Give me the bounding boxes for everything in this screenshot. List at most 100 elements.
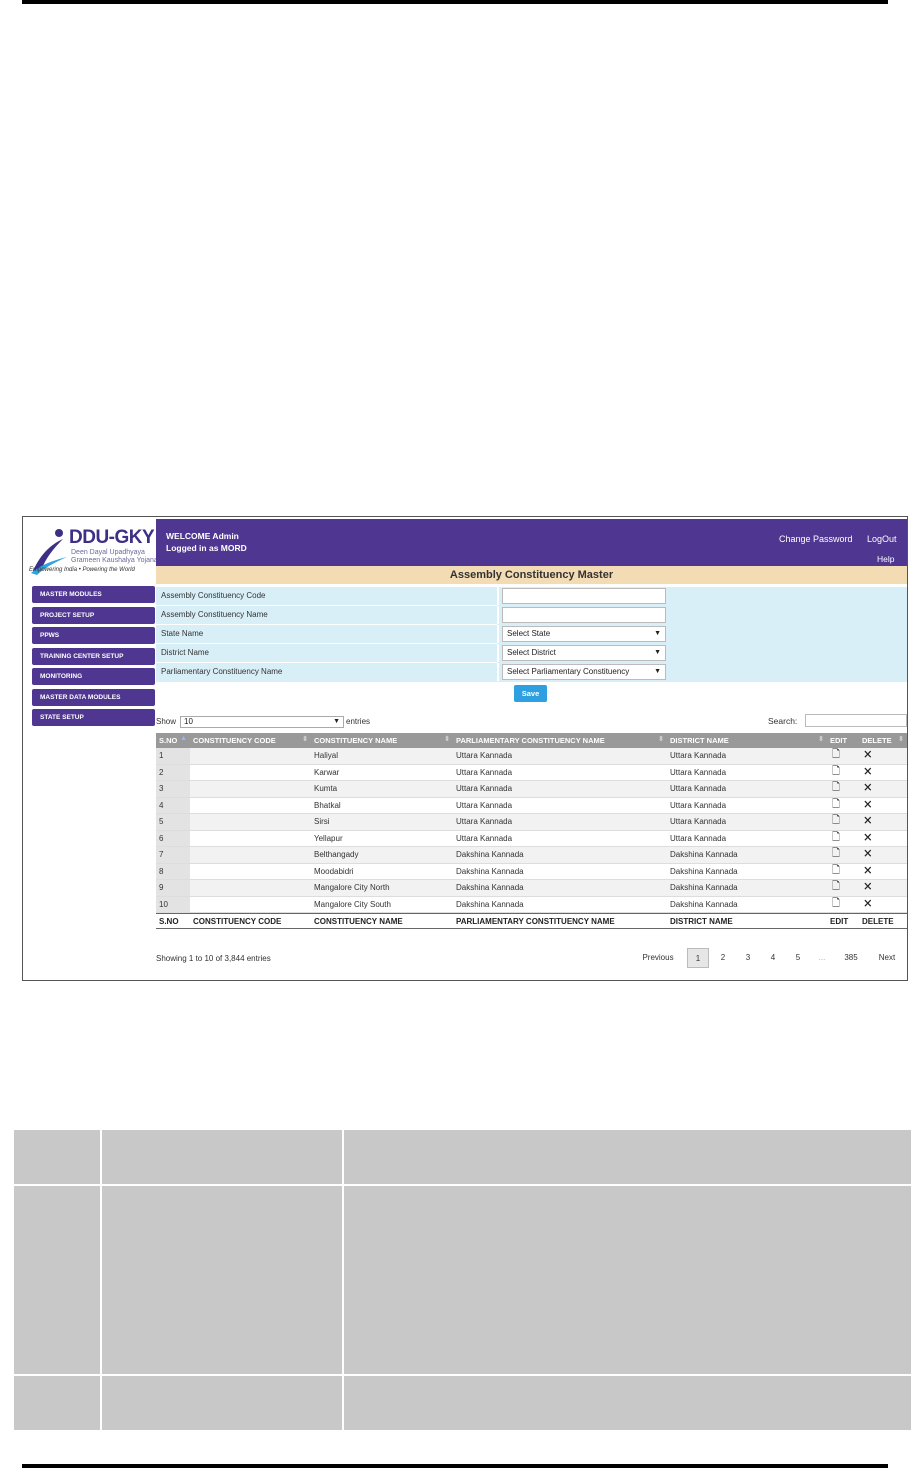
sort-icon: ⬍ xyxy=(302,736,308,743)
district-select[interactable]: Select District ▼ xyxy=(502,645,666,661)
logged-in-text: Logged in as MORD xyxy=(166,543,247,553)
delete-icon[interactable]: 🗙 xyxy=(862,847,872,863)
cell-name: Mangalore City South xyxy=(314,899,391,909)
change-password-link[interactable]: Change Password xyxy=(779,534,853,544)
edit-icon[interactable]: 🗋 xyxy=(830,847,840,863)
cell-code xyxy=(190,748,311,764)
save-button[interactable]: Save xyxy=(514,685,547,702)
sidebar-item-monitoring[interactable]: MONITORING xyxy=(32,668,155,685)
table-footer-row: S.NO CONSTITUENCY CODE CONSTITUENCY NAME… xyxy=(156,913,907,929)
logo-brand-text: DDU-GKY xyxy=(69,527,155,548)
table-divider xyxy=(14,1184,911,1186)
cell-name: Moodabidri xyxy=(314,866,354,876)
chevron-down-icon: ▼ xyxy=(654,668,661,675)
column-header-sno[interactable]: S.NO ▲ xyxy=(156,733,190,748)
cell-code xyxy=(190,814,311,830)
sidebar-item-state-setup[interactable]: STATE SETUP xyxy=(32,709,155,726)
cell-pc: Uttara Kannada xyxy=(456,784,513,794)
cell-code xyxy=(190,765,311,781)
column-header-pc[interactable]: PARLIAMENTARY CONSTITUENCY NAME ⬍ xyxy=(453,733,667,748)
sidebar-item-ppws[interactable]: PPWS xyxy=(32,627,155,644)
delete-icon[interactable]: 🗙 xyxy=(862,781,872,797)
form-row-name: Assembly Constituency Name xyxy=(156,606,907,625)
delete-icon[interactable]: 🗙 xyxy=(862,798,872,814)
sort-icon: ⬍ xyxy=(898,736,904,743)
page-button-385[interactable]: 385 xyxy=(837,948,865,968)
edit-icon[interactable]: 🗋 xyxy=(830,814,840,830)
constituency-table: S.NO ▲ CONSTITUENCY CODE ⬍ CONSTITUENCY NA… xyxy=(156,733,907,929)
page-button-3[interactable]: 3 xyxy=(739,948,757,968)
cell-code xyxy=(190,798,311,814)
edit-icon[interactable]: 🗋 xyxy=(830,864,840,880)
edit-icon[interactable]: 🗋 xyxy=(830,798,840,814)
cell-name: Karwar xyxy=(314,767,340,777)
delete-icon[interactable]: 🗙 xyxy=(862,897,872,913)
edit-icon[interactable]: 🗋 xyxy=(830,748,840,764)
cell-pc: Dakshina Kannada xyxy=(456,899,524,909)
search-input[interactable] xyxy=(805,714,907,727)
page-title: Assembly Constituency Master xyxy=(156,566,907,584)
edit-icon[interactable]: 🗋 xyxy=(830,765,840,781)
help-link[interactable]: Help xyxy=(877,554,894,564)
logout-link[interactable]: LogOut xyxy=(867,534,897,544)
delete-icon[interactable]: 🗙 xyxy=(862,880,872,896)
state-select[interactable]: Select State ▼ xyxy=(502,626,666,642)
code-input[interactable] xyxy=(502,588,666,604)
table-header-row: S.NO ▲ CONSTITUENCY CODE ⬍ CONSTITUENCY NA… xyxy=(156,733,907,748)
cell-district: Dakshina Kannada xyxy=(670,850,738,860)
ddu-gky-logo: DDU-GKY Deen Dayal Upadhyaya Grameen Kau… xyxy=(27,521,158,581)
district-select-value: Select District xyxy=(507,648,556,657)
cell-pc: Uttara Kannada xyxy=(456,800,513,810)
sidebar-item-master-modules[interactable]: MASTER MODULES xyxy=(32,586,155,603)
sort-icon: ⬍ xyxy=(818,736,824,743)
page-button-1[interactable]: 1 xyxy=(687,948,709,968)
delete-icon[interactable]: 🗙 xyxy=(862,765,872,781)
footer-name: CONSTITUENCY NAME xyxy=(314,916,403,926)
delete-icon[interactable]: 🗙 xyxy=(862,864,872,880)
table-row: 2 Karwar Uttara Kannada Uttara Kannada 🗋… xyxy=(156,764,907,781)
sidebar-item-project-setup[interactable]: PROJECT SETUP xyxy=(32,606,155,624)
cell-name: Mangalore City North xyxy=(314,883,390,893)
page-button-4[interactable]: 4 xyxy=(764,948,782,968)
page-button-5[interactable]: 5 xyxy=(789,948,807,968)
name-input[interactable] xyxy=(502,607,666,623)
page-ellipsis: ... xyxy=(818,953,826,962)
table-row: 5 Sirsi Uttara Kannada Uttara Kannada 🗋 … xyxy=(156,814,907,831)
cell-name: Bhatkal xyxy=(314,800,341,810)
cell-sno: 8 xyxy=(156,863,190,879)
column-header-delete[interactable]: DELETE ⬍ xyxy=(859,733,907,748)
sidebar-item-master-data-modules[interactable]: MASTER DATA MODULES xyxy=(32,688,155,706)
page-size-select[interactable]: 10 ▼ xyxy=(180,716,344,728)
cell-code xyxy=(190,880,311,896)
delete-icon[interactable]: 🗙 xyxy=(862,814,872,830)
cell-district: Uttara Kannada xyxy=(670,800,727,810)
form-row-district: District Name Select District ▼ xyxy=(156,644,907,663)
cell-code xyxy=(190,831,311,847)
column-header-edit[interactable]: EDIT xyxy=(827,733,859,748)
edit-icon[interactable]: 🗋 xyxy=(830,897,840,913)
cell-sno: 7 xyxy=(156,847,190,863)
sidebar-item-training-center-setup[interactable]: TRAINING CENTER SETUP xyxy=(32,647,155,665)
column-header-code[interactable]: CONSTITUENCY CODE ⬍ xyxy=(190,733,311,748)
edit-icon[interactable]: 🗋 xyxy=(830,781,840,797)
page-button-2[interactable]: 2 xyxy=(714,948,732,968)
column-header-name[interactable]: CONSTITUENCY NAME ⬍ xyxy=(311,733,453,748)
edit-icon[interactable]: 🗋 xyxy=(830,831,840,847)
pc-select[interactable]: Select Parliamentary Constituency ▼ xyxy=(502,664,666,680)
welcome-text: WELCOME Admin xyxy=(166,531,239,541)
table-divider xyxy=(100,1130,102,1430)
cell-district: Uttara Kannada xyxy=(670,833,727,843)
cell-pc: Uttara Kannada xyxy=(456,817,513,827)
cell-pc: Uttara Kannada xyxy=(456,833,513,843)
next-button[interactable]: Next xyxy=(874,948,900,968)
cell-name: Haliyal xyxy=(314,751,339,761)
delete-icon[interactable]: 🗙 xyxy=(862,831,872,847)
pc-select-value: Select Parliamentary Constituency xyxy=(507,667,630,676)
delete-icon[interactable]: 🗙 xyxy=(862,748,872,764)
previous-button[interactable]: Previous xyxy=(638,948,678,968)
cell-code xyxy=(190,847,311,863)
edit-icon[interactable]: 🗋 xyxy=(830,880,840,896)
column-header-district[interactable]: DISTRICT NAME ⬍ xyxy=(667,733,827,748)
logo-tagline: Empowering India • Powering the World xyxy=(29,567,135,573)
cell-sno: 9 xyxy=(156,880,190,896)
